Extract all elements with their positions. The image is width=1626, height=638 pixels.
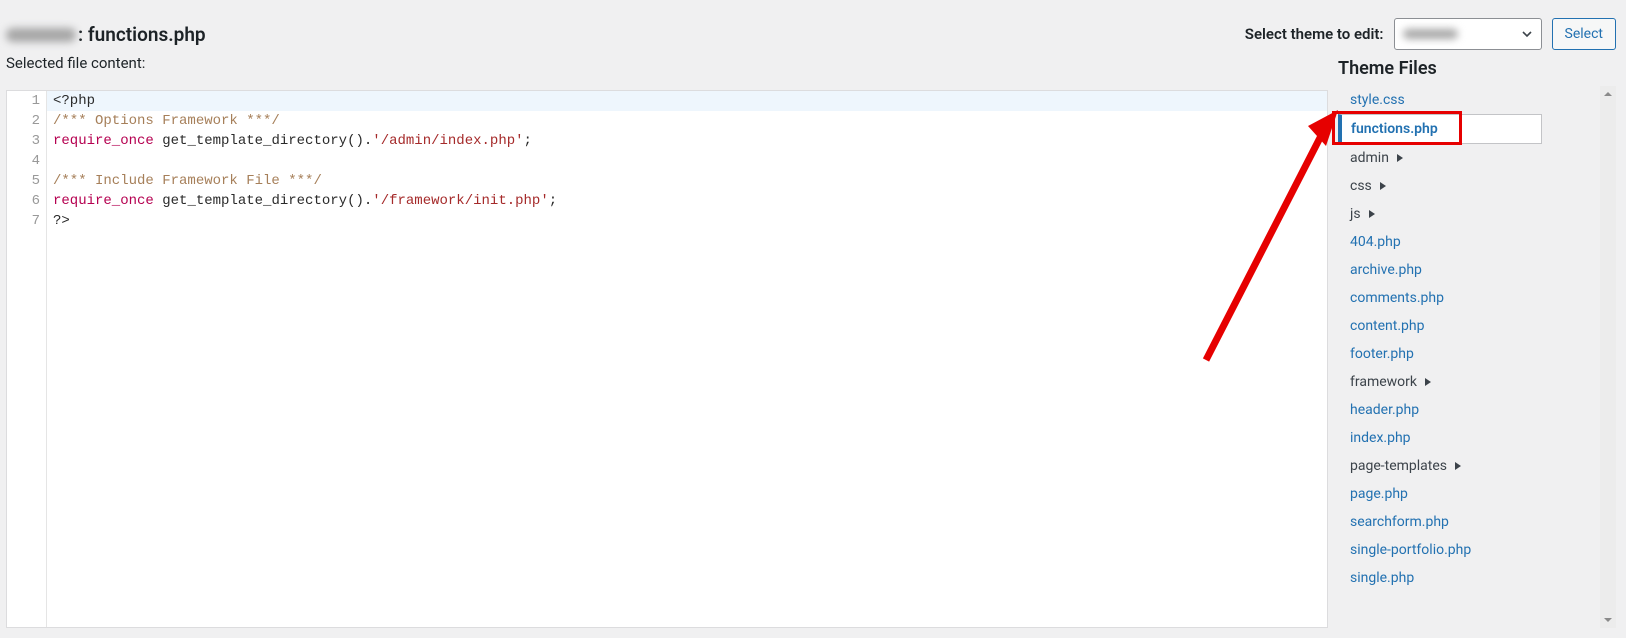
line-gutter: 1234567 bbox=[7, 91, 47, 627]
code-token bbox=[154, 193, 162, 209]
theme-files-title: Theme Files bbox=[1338, 58, 1437, 79]
theme-file-item[interactable]: archive.php bbox=[1338, 256, 1542, 284]
code-token: ; bbox=[524, 133, 532, 149]
code-token: require_once bbox=[53, 193, 154, 209]
theme-select-dropdown[interactable] bbox=[1394, 18, 1542, 50]
code-token: <?php bbox=[53, 93, 95, 109]
theme-file-item[interactable]: footer.php bbox=[1338, 340, 1542, 368]
theme-file-item[interactable]: single.php bbox=[1338, 564, 1542, 592]
code-line[interactable]: ?> bbox=[47, 211, 1327, 231]
chevron-right-icon bbox=[1395, 153, 1405, 163]
scroll-down-icon[interactable] bbox=[1600, 612, 1616, 628]
vertical-scrollbar[interactable] bbox=[1600, 86, 1616, 628]
code-token: '/admin/index.php' bbox=[372, 133, 523, 149]
chevron-right-icon bbox=[1453, 461, 1463, 471]
code-area[interactable]: <?php /*** Options Framework ***/ require_… bbox=[47, 91, 1327, 627]
folder-label: js bbox=[1350, 206, 1361, 222]
theme-file-item[interactable]: 404.php bbox=[1338, 228, 1542, 256]
file-label: header.php bbox=[1350, 402, 1419, 418]
code-token: /*** Include Framework File ***/ bbox=[53, 173, 322, 189]
top-bar: : functions.php Select theme to edit: Se… bbox=[6, 14, 1616, 54]
theme-folder-item[interactable]: admin bbox=[1338, 144, 1542, 172]
theme-file-item[interactable]: index.php bbox=[1338, 424, 1542, 452]
theme-folder-item[interactable]: page-templates bbox=[1338, 452, 1542, 480]
file-label: style.css bbox=[1350, 92, 1405, 108]
scroll-up-icon[interactable] bbox=[1600, 86, 1616, 102]
code-token: (). bbox=[347, 133, 372, 149]
code-token: ?> bbox=[53, 213, 70, 229]
title-suffix: : functions.php bbox=[78, 23, 206, 46]
code-token: require_once bbox=[53, 133, 154, 149]
file-label: page.php bbox=[1350, 486, 1408, 502]
page-title: : functions.php bbox=[6, 23, 206, 46]
chevron-right-icon bbox=[1378, 181, 1388, 191]
theme-select-value-blurred bbox=[1403, 29, 1458, 39]
theme-name-blurred bbox=[6, 28, 76, 42]
code-line[interactable]: <?php bbox=[47, 91, 1327, 111]
file-label: index.php bbox=[1350, 430, 1411, 446]
theme-file-item[interactable]: page.php bbox=[1338, 480, 1542, 508]
file-label: archive.php bbox=[1350, 262, 1422, 278]
line-number: 6 bbox=[7, 191, 46, 211]
code-token: (). bbox=[347, 193, 372, 209]
line-number: 4 bbox=[7, 151, 46, 171]
chevron-right-icon bbox=[1423, 377, 1433, 387]
code-token: '/framework/init.php' bbox=[372, 193, 548, 209]
theme-file-item[interactable]: single-portfolio.php bbox=[1338, 536, 1542, 564]
scroll-track[interactable] bbox=[1600, 102, 1616, 612]
folder-label: admin bbox=[1350, 150, 1389, 166]
file-label: comments.php bbox=[1350, 290, 1444, 306]
file-label: single-portfolio.php bbox=[1350, 542, 1471, 558]
line-number: 3 bbox=[7, 131, 46, 151]
theme-file-item[interactable]: content.php bbox=[1338, 312, 1542, 340]
code-token: get_template_directory bbox=[162, 193, 347, 209]
select-button-label: Select bbox=[1565, 26, 1603, 42]
folder-label: css bbox=[1350, 178, 1372, 194]
line-number: 7 bbox=[7, 211, 46, 231]
file-label: 404.php bbox=[1350, 234, 1401, 250]
chevron-right-icon bbox=[1367, 209, 1377, 219]
file-label: searchform.php bbox=[1350, 514, 1449, 530]
theme-file-item[interactable]: header.php bbox=[1338, 396, 1542, 424]
line-number: 1 bbox=[7, 91, 46, 111]
select-button[interactable]: Select bbox=[1552, 18, 1616, 50]
line-number: 2 bbox=[7, 111, 46, 131]
code-line[interactable]: require_once get_template_directory().'/… bbox=[47, 191, 1327, 211]
code-line[interactable]: require_once get_template_directory().'/… bbox=[47, 131, 1327, 151]
line-number: 5 bbox=[7, 171, 46, 191]
folder-label: framework bbox=[1350, 374, 1417, 390]
theme-file-item[interactable]: comments.php bbox=[1338, 284, 1542, 312]
file-label: single.php bbox=[1350, 570, 1414, 586]
file-label: content.php bbox=[1350, 318, 1424, 334]
chevron-down-icon bbox=[1521, 28, 1533, 40]
theme-files-panel: style.css functions.php admin css js 404.php a… bbox=[1338, 86, 1542, 628]
code-line[interactable] bbox=[47, 151, 1327, 171]
theme-file-item[interactable]: searchform.php bbox=[1338, 508, 1542, 536]
select-theme-label: Select theme to edit: bbox=[1245, 25, 1384, 43]
file-label: footer.php bbox=[1350, 346, 1414, 362]
code-line[interactable]: /*** Include Framework File ***/ bbox=[47, 171, 1327, 191]
code-line[interactable]: /*** Options Framework ***/ bbox=[47, 111, 1327, 131]
theme-file-item[interactable]: style.css bbox=[1338, 86, 1542, 114]
code-editor[interactable]: 1234567 <?php /*** Options Framework ***/… bbox=[6, 90, 1328, 628]
code-token bbox=[154, 133, 162, 149]
subheader: Selected file content: bbox=[6, 54, 145, 72]
code-token: get_template_directory bbox=[162, 133, 347, 149]
theme-folder-item[interactable]: css bbox=[1338, 172, 1542, 200]
code-token: /*** Options Framework ***/ bbox=[53, 113, 280, 129]
theme-folder-item[interactable]: js bbox=[1338, 200, 1542, 228]
theme-folder-item[interactable]: framework bbox=[1338, 368, 1542, 396]
code-token: ; bbox=[549, 193, 557, 209]
folder-label: page-templates bbox=[1350, 458, 1447, 474]
file-label: functions.php bbox=[1351, 121, 1438, 137]
theme-file-item[interactable]: functions.php bbox=[1338, 114, 1542, 144]
